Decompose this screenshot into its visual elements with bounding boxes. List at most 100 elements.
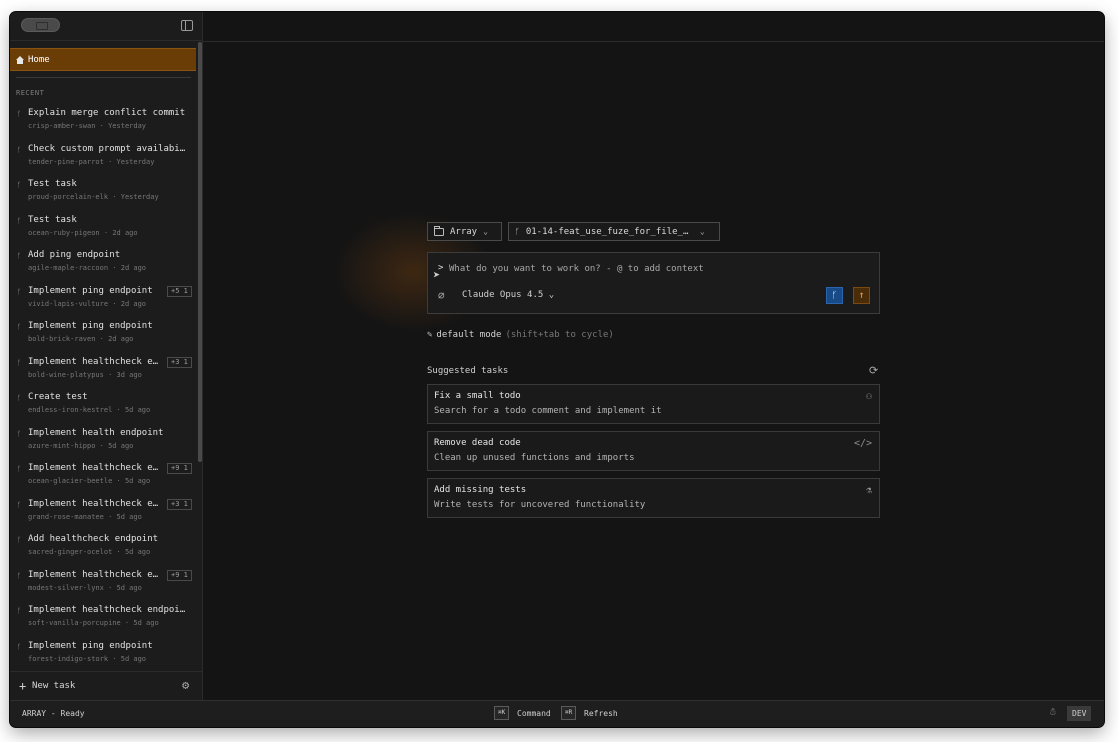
recent-task-item[interactable]: ᚶ Implement healthcheck e… grand-rose-mana… bbox=[10, 498, 196, 534]
separator: · bbox=[112, 477, 125, 485]
task-time: Yesterday bbox=[120, 193, 159, 201]
mode-label: default mode bbox=[436, 330, 502, 340]
command-button[interactable]: Command bbox=[517, 709, 551, 718]
recent-task-item[interactable]: ᚶ Check custom prompt availabi… tender-pin… bbox=[10, 143, 196, 179]
task-slug: proud-porcelain-elk bbox=[28, 193, 109, 201]
suggestion-description: Search for a todo comment and implement … bbox=[434, 406, 662, 416]
git-branch-icon: ᚶ bbox=[17, 216, 22, 225]
debug-icon[interactable]: ☃ bbox=[1050, 707, 1056, 718]
paperclip-icon[interactable]: ⌀ bbox=[438, 289, 445, 302]
recent-task-item[interactable]: ᚶ Implement healthcheck e… modest-silver-l… bbox=[10, 569, 196, 605]
recent-task-item[interactable]: ᚶ Test task proud-porcelain-elk · Yesterda… bbox=[10, 178, 196, 214]
recent-task-item[interactable]: ᚶ Implement health endpoint azure-mint-hip… bbox=[10, 427, 196, 463]
task-slug: modest-silver-lynx bbox=[28, 583, 104, 592]
git-branch-icon: ᚶ bbox=[17, 252, 22, 260]
task-meta: modest-silver-lynx · 5d ago bbox=[28, 584, 142, 592]
task-title: Test task bbox=[28, 179, 77, 189]
recent-task-item[interactable]: ᚶ Test task ocean-ruby-pigeon · 2d ago bbox=[10, 214, 196, 250]
prompt-placeholder: What do you want to work on? - @ to add … bbox=[449, 264, 704, 274]
window-controls-pill[interactable] bbox=[21, 18, 60, 32]
separator: · bbox=[103, 157, 117, 166]
chevron-down-icon: ⌄ bbox=[699, 227, 705, 236]
mouse-cursor-icon: ➤ bbox=[433, 268, 441, 282]
send-button[interactable]: ↑ bbox=[853, 287, 870, 304]
task-slug: agile-maple-raccoon bbox=[28, 264, 109, 272]
git-branch-icon: ᚶ bbox=[515, 227, 520, 236]
recent-task-item[interactable]: ᚶ Implement healthcheck e… ocean-glacier-b… bbox=[10, 462, 196, 498]
separator: · bbox=[108, 193, 121, 201]
recent-task-item[interactable]: ᚶ Implement healthcheck e… bold-wine-platy… bbox=[10, 356, 196, 392]
task-slug: forest-indigo-stork bbox=[28, 654, 109, 663]
task-time: 5d ago bbox=[133, 619, 159, 627]
task-time: Yesterday bbox=[116, 157, 155, 166]
sidebar-header bbox=[10, 12, 202, 41]
task-title: Explain merge conflict commit bbox=[28, 108, 186, 118]
recent-task-item[interactable]: ᚶ Create test endless-iron-kestrel · 5d ag… bbox=[10, 391, 196, 427]
worktree-toggle-button[interactable]: ᚶ bbox=[826, 287, 843, 304]
gear-icon[interactable]: ⚙ bbox=[182, 679, 189, 691]
task-meta: tender-pine-parrot · Yesterday bbox=[28, 158, 154, 166]
task-meta: agile-maple-raccoon · 2d ago bbox=[28, 264, 146, 272]
model-selector[interactable]: Claude Opus 4.5 ⌄ bbox=[462, 290, 554, 300]
task-meta: grand-rose-manatee · 5d ago bbox=[28, 513, 142, 521]
task-time: 2d ago bbox=[112, 228, 138, 237]
suggestion-title: Remove dead code bbox=[434, 438, 521, 448]
status-bar: ARRAY - Ready ⌘K Command ⌘R Refresh ☃ DE… bbox=[10, 700, 1104, 727]
task-slug: bold-wine-platypus bbox=[28, 370, 104, 379]
recent-task-item[interactable]: ᚶ Implement healthcheck endpoi… soft-vanil… bbox=[10, 604, 196, 640]
prompt-input[interactable]: > What do you want to work on? - @ to ad… bbox=[427, 252, 880, 314]
task-meta: crisp-amber-swan · Yesterday bbox=[28, 122, 146, 130]
refresh-icon[interactable]: ⟳ bbox=[869, 364, 878, 377]
folder-icon bbox=[434, 225, 444, 236]
mode-indicator[interactable]: ✎ default mode (shift+tab to cycle) bbox=[427, 330, 614, 340]
task-meta: soft-vanilla-porcupine · 5d ago bbox=[28, 619, 159, 627]
recent-task-item[interactable]: ᚶ Add healthcheck endpoint sacred-ginger-o… bbox=[10, 533, 196, 569]
git-branch-icon: ᚶ bbox=[17, 110, 22, 118]
sidebar-divider bbox=[16, 77, 191, 78]
plus-icon[interactable]: + bbox=[19, 680, 26, 692]
diff-stats-badge: +3 1 bbox=[167, 356, 192, 368]
recent-task-item[interactable]: ᚶ Implement ping endpoint vivid-lapis-vult… bbox=[10, 285, 196, 321]
recent-task-item[interactable]: ᚶ Implement ping endpoint forest-indigo-st… bbox=[10, 640, 196, 676]
task-meta: endless-iron-kestrel · 5d ago bbox=[28, 406, 150, 414]
branch-selector[interactable]: ᚶ 01-14-feat_use_fuze_for_file_… ⌄ bbox=[508, 222, 720, 241]
task-title: Implement ping endpoint bbox=[28, 640, 153, 651]
sidebar: Home RECENT ᚶ Explain merge conflict comm… bbox=[10, 12, 203, 700]
git-branch-icon: ᚶ bbox=[17, 429, 22, 438]
separator: · bbox=[103, 583, 117, 592]
repo-selector[interactable]: Array ⌄ bbox=[427, 222, 502, 241]
main-panel: Array ⌄ ᚶ 01-14-feat_use_fuze_for_file_…… bbox=[203, 12, 1104, 700]
suggestion-card[interactable]: Add missing tests Write tests for uncove… bbox=[427, 478, 880, 518]
sidebar-scrollbar[interactable] bbox=[198, 42, 202, 462]
diff-stats-badge: +3 1 bbox=[167, 498, 192, 510]
refresh-button[interactable]: Refresh bbox=[584, 709, 618, 718]
task-title: Add healthcheck endpoint bbox=[28, 534, 159, 544]
sidebar-toggle-icon[interactable] bbox=[181, 20, 193, 31]
recent-task-item[interactable]: ᚶ Explain merge conflict commit crisp-ambe… bbox=[10, 107, 196, 143]
task-title: Create test bbox=[28, 392, 88, 402]
task-title: Add ping endpoint bbox=[28, 250, 121, 260]
task-slug: sacred-ginger-ocelot bbox=[28, 548, 113, 556]
git-branch-icon: ᚶ bbox=[17, 181, 22, 189]
suggestion-title: Fix a small todo bbox=[434, 391, 521, 401]
sidebar-item-home[interactable]: Home bbox=[10, 48, 196, 71]
task-time: 5d ago bbox=[124, 406, 151, 414]
suggestion-card[interactable]: Remove dead code Clean up unused functio… bbox=[427, 431, 880, 471]
suggestion-card[interactable]: Fix a small todo Search for a todo comme… bbox=[427, 384, 880, 424]
main-header-divider bbox=[203, 41, 1104, 42]
git-branch-icon: ᚶ bbox=[17, 607, 22, 615]
git-branch-icon: ᚶ bbox=[831, 290, 838, 301]
recent-task-item[interactable]: ᚶ Implement ping endpoint bold-brick-raven… bbox=[10, 320, 196, 356]
diff-stats-badge: +5 1 bbox=[167, 285, 192, 297]
suggestion-description: Write tests for uncovered functionality bbox=[434, 500, 646, 510]
flask-icon: ⚗ bbox=[865, 485, 872, 496]
new-task-button[interactable]: New task bbox=[32, 681, 75, 691]
task-slug: azure-mint-hippo bbox=[28, 441, 96, 450]
task-slug: tender-pine-parrot bbox=[28, 157, 104, 166]
task-slug: soft-vanilla-porcupine bbox=[28, 619, 121, 627]
task-meta: sacred-ginger-ocelot · 5d ago bbox=[28, 548, 150, 556]
recent-task-item[interactable]: ᚶ Add ping endpoint agile-maple-raccoon · … bbox=[10, 249, 196, 285]
task-title: Implement healthcheck e… bbox=[28, 463, 159, 473]
git-branch-icon: ᚶ bbox=[17, 571, 22, 580]
suggested-tasks-heading: Suggested tasks bbox=[427, 366, 509, 376]
